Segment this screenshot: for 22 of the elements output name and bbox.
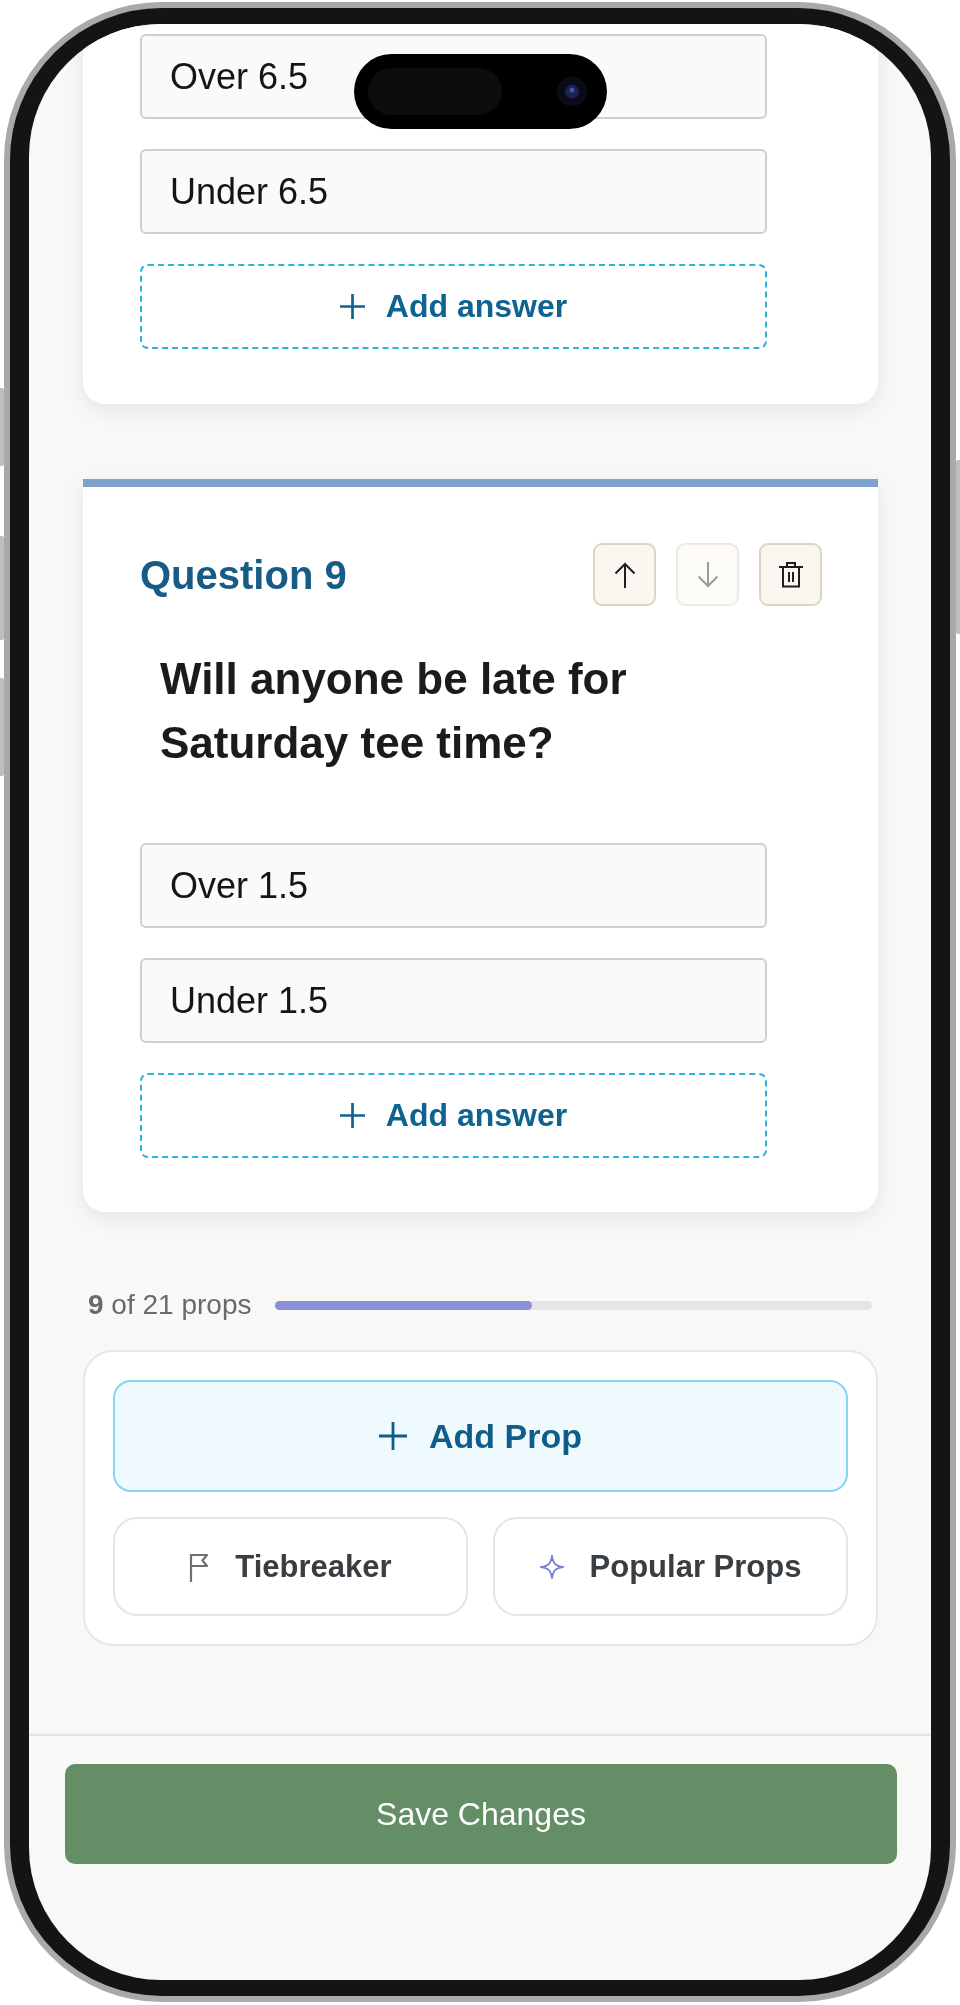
arrow-up-icon	[613, 561, 636, 588]
move-up-button[interactable]	[593, 543, 656, 606]
sparkle-icon	[539, 1554, 564, 1579]
popular-props-button[interactable]: Popular Props	[493, 1517, 848, 1616]
plus-icon	[379, 1422, 407, 1450]
add-answer-button[interactable]: Add answer	[140, 264, 767, 349]
progress-label: 9 of 21 props	[88, 1289, 252, 1321]
save-changes-button[interactable]: Save Changes	[65, 1764, 897, 1864]
answer-field[interactable]: Under 6.5	[140, 149, 767, 234]
delete-button[interactable]	[759, 543, 822, 606]
answer-field[interactable]: Under 1.5	[140, 958, 767, 1043]
flag-icon	[189, 1551, 210, 1582]
answer-field[interactable]: Over 1.5	[140, 843, 767, 928]
tiebreaker-button[interactable]: Tiebreaker	[113, 1517, 468, 1616]
question-title: Question 9	[140, 551, 347, 599]
arrow-down-icon	[696, 561, 719, 588]
add-prop-button[interactable]: Add Prop	[113, 1380, 848, 1492]
plus-icon	[339, 294, 365, 319]
add-answer-button[interactable]: Add answer	[140, 1073, 767, 1158]
plus-icon	[339, 1103, 365, 1128]
question-text: Will anyone be late for Saturday tee time?	[159, 653, 628, 769]
trash-icon	[778, 561, 803, 588]
